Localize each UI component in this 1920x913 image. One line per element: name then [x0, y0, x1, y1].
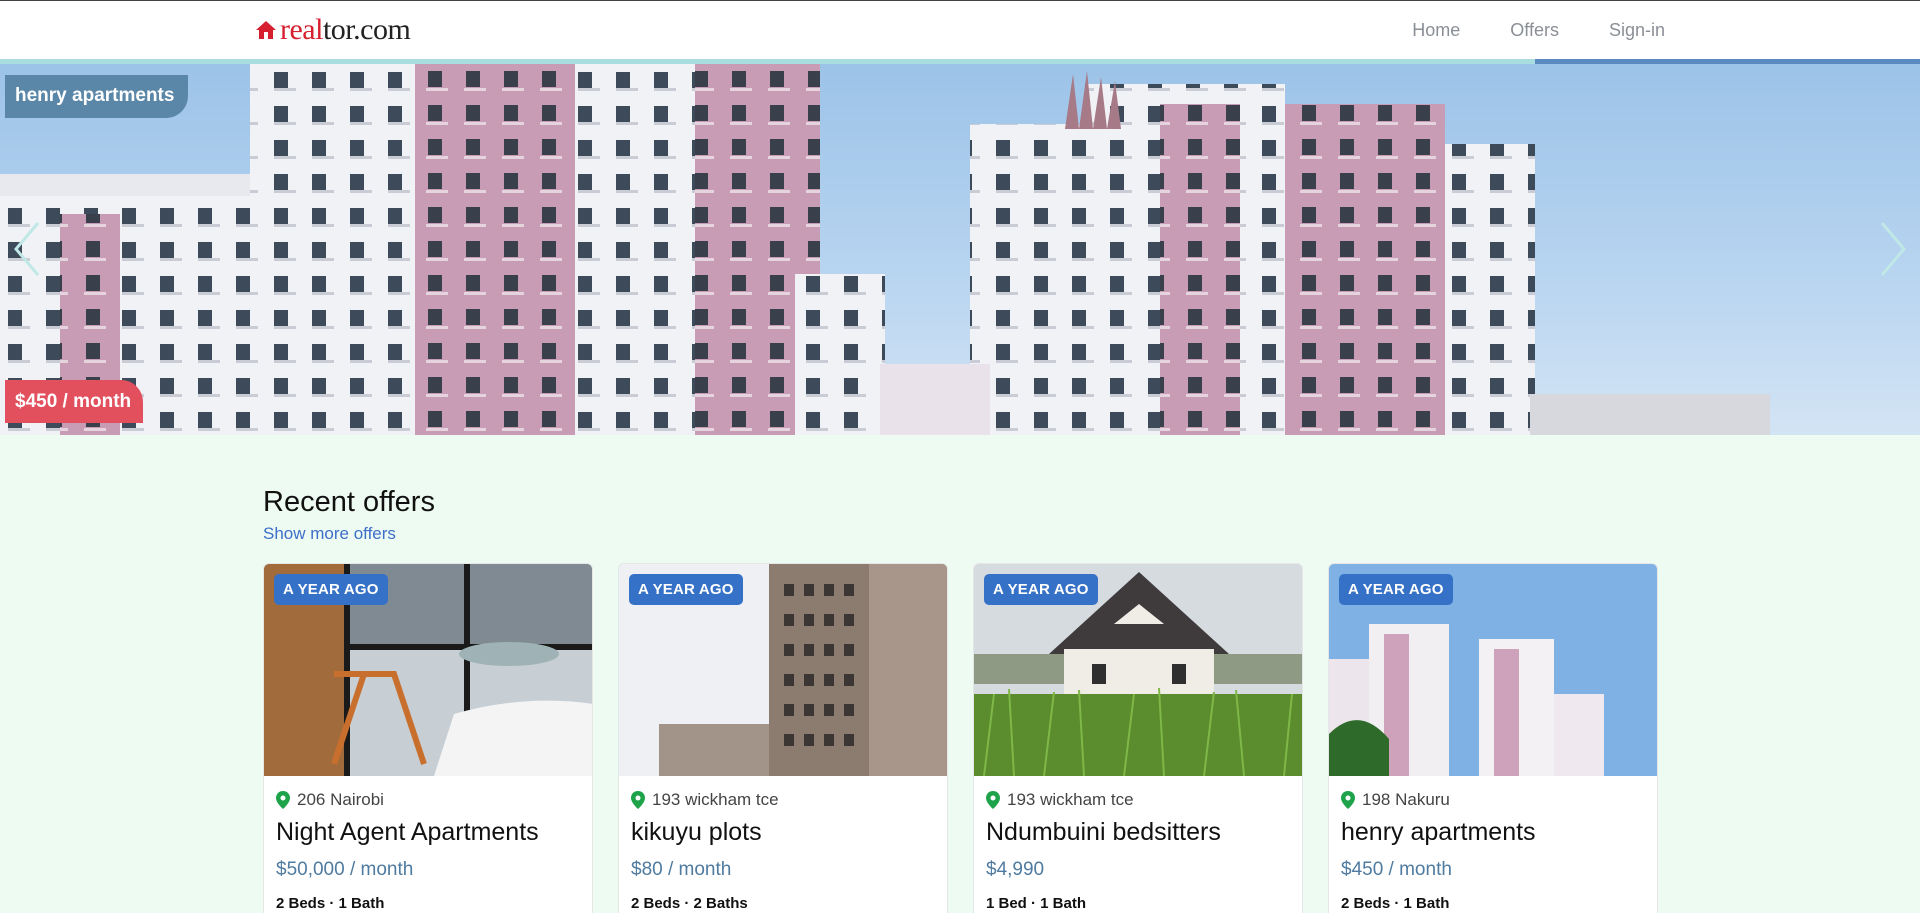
offer-card[interactable]: A YEAR AGO 193 wickham tce Ndumbuini bed…	[973, 563, 1303, 913]
top-navbar: realtor.com Home Offers Sign-in	[0, 0, 1920, 65]
nav-link-offers[interactable]: Offers	[1510, 20, 1559, 41]
offer-card-badge: A YEAR AGO	[274, 574, 388, 605]
site-logo[interactable]: realtor.com	[255, 13, 411, 46]
offer-card-title[interactable]: Ndumbuini bedsitters	[986, 818, 1290, 847]
offer-card-location-text: 206 Nairobi	[297, 790, 384, 809]
offer-card[interactable]: A YEAR AGO 193 wickham tce kikuyu plots …	[618, 563, 948, 913]
offer-card-location-text: 193 wickham tce	[1007, 790, 1134, 809]
offer-card-specs: 2 Beds · 1 Bath	[1341, 895, 1450, 912]
offer-card-body: 198 Nakuru henry apartments $450 / month…	[1329, 776, 1657, 912]
offer-card-image: A YEAR AGO	[974, 564, 1302, 776]
offer-card[interactable]: A YEAR AGO 198 Nakuru henry apartments $…	[1328, 563, 1658, 913]
chevron-right-icon	[1880, 222, 1906, 276]
brand-real-text: real	[280, 13, 323, 46]
offer-card-location: 198 Nakuru	[1341, 790, 1645, 810]
nav-link-sign-in[interactable]: Sign-in	[1609, 20, 1665, 41]
offer-card-title[interactable]: henry apartments	[1341, 818, 1645, 847]
offer-card-price: $80 / month	[631, 859, 732, 880]
brand-tor-text: tor.com	[322, 13, 411, 46]
offer-card-location-text: 193 wickham tce	[652, 790, 779, 809]
slider-prev-button[interactable]	[8, 219, 48, 279]
hero-slider: henry apartments $450 / month	[0, 64, 1920, 435]
offer-card-location: 206 Nairobi	[276, 790, 580, 810]
hero-listing-title: henry apartments	[5, 75, 189, 118]
offer-card-body: 193 wickham tce Ndumbuini bedsitters $4,…	[974, 776, 1302, 912]
offer-card-location: 193 wickham tce	[986, 790, 1290, 810]
offer-card-body: 206 Nairobi Night Agent Apartments $50,0…	[264, 776, 592, 912]
offer-card-location-text: 198 Nakuru	[1362, 790, 1450, 809]
offer-card-badge: A YEAR AGO	[984, 574, 1098, 605]
chevron-left-icon	[14, 222, 40, 276]
offer-card-location: 193 wickham tce	[631, 790, 935, 810]
offer-card-badge: A YEAR AGO	[629, 574, 743, 605]
offer-card-body: 193 wickham tce kikuyu plots $80 / month…	[619, 776, 947, 912]
hero-listing-price: $450 / month	[5, 380, 144, 423]
offer-card-specs: 2 Beds · 1 Bath	[276, 895, 385, 912]
offer-card-specs: 1 Bed · 1 Bath	[986, 895, 1087, 912]
show-more-offers-link[interactable]: Show more offers	[263, 524, 1663, 544]
location-pin-icon	[631, 791, 645, 809]
nav-link-home[interactable]: Home	[1412, 20, 1460, 41]
brand-wordmark: realtor.com	[280, 13, 411, 46]
offer-card-image: A YEAR AGO	[1329, 564, 1657, 776]
location-pin-icon	[986, 791, 1000, 809]
offer-card-badge: A YEAR AGO	[1339, 574, 1453, 605]
offer-card-image: A YEAR AGO	[619, 564, 947, 776]
offer-card-image: A YEAR AGO	[264, 564, 592, 776]
offer-card[interactable]: A YEAR AGO 206 Nairobi Night Agent Apart…	[263, 563, 593, 913]
recent-offers-section: Recent offers Show more offers	[263, 485, 1663, 544]
location-pin-icon	[276, 791, 290, 809]
house-logo-icon	[256, 21, 276, 39]
offer-card-price: $4,990	[986, 859, 1045, 880]
offer-card-specs: 2 Beds · 2 Baths	[631, 895, 748, 912]
offer-cards: A YEAR AGO 206 Nairobi Night Agent Apart…	[263, 563, 1658, 913]
hero-image	[0, 64, 1770, 435]
section-heading: Recent offers	[263, 486, 435, 518]
slider-next-button[interactable]	[1872, 219, 1912, 279]
offer-card-price: $450 / month	[1341, 859, 1452, 880]
offer-card-title[interactable]: kikuyu plots	[631, 818, 935, 847]
offer-card-price: $50,000 / month	[276, 859, 414, 880]
nav-links: Home Offers Sign-in	[1412, 20, 1665, 41]
offer-card-title[interactable]: Night Agent Apartments	[276, 818, 580, 847]
navbar-inner: realtor.com Home Offers Sign-in	[255, 1, 1665, 59]
location-pin-icon	[1341, 791, 1355, 809]
